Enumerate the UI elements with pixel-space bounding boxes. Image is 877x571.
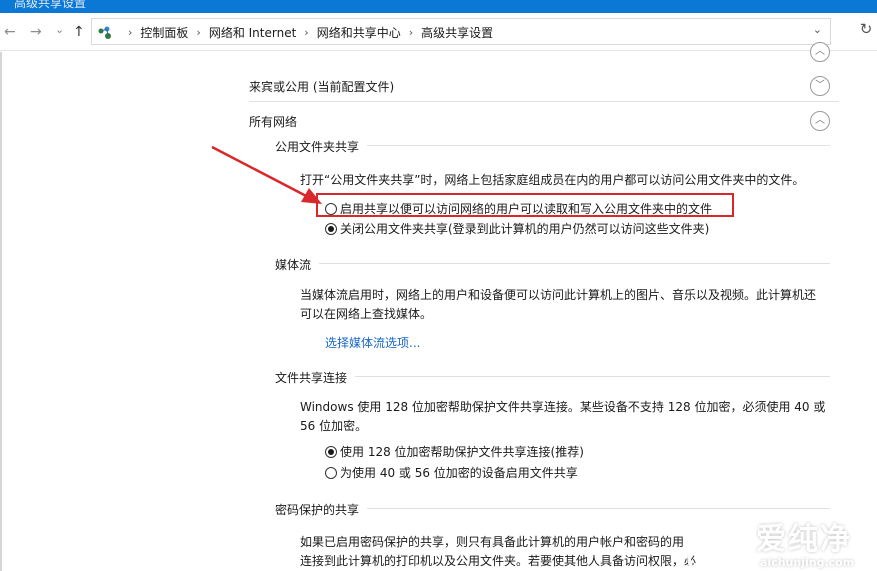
password-sharing-description-line1: 如果已启用密码保护的共享，则只有具备此计算机的用户帐户和密码的用 [300, 535, 685, 549]
encryption-40-56-label[interactable]: 为使用 40 或 56 位加密的设备启用文件共享 [340, 464, 578, 481]
divider [355, 376, 830, 377]
file-sharing-description: Windows 使用 128 位加密帮助保护文件共享连接。某些设备不支持 128… [300, 400, 826, 433]
forward-arrow-icon[interactable]: → [30, 24, 42, 40]
breadcrumb-control-panel[interactable]: 控制面板 [140, 24, 188, 41]
profile-guest-public-label[interactable]: 来宾或公用 (当前配置文件) [249, 78, 394, 95]
title-bar: 高级共享设置 [0, 0, 877, 13]
annotation-arrow-icon [211, 145, 322, 204]
address-bar[interactable]: › 控制面板 › 网络和 Internet › 网络和共享中心 › 高级共享设置… [91, 18, 831, 45]
watermark-url: aichunjing.com [760, 556, 855, 569]
public-folder-disable-label[interactable]: 关闭公用文件夹共享(登录到此计算机的用户仍然可以访问这些文件夹) [340, 220, 709, 237]
media-streaming-options-link[interactable]: 选择媒体流选项... [325, 334, 420, 351]
password-sharing-description-line2: 连接到此计算机的打印机以及公用文件夹。若要使其他人具备访问权限，必 [300, 554, 697, 568]
recent-locations-chevron-icon[interactable]: ⌄ [55, 22, 64, 38]
breadcrumb-network-internet[interactable]: 网络和 Internet [209, 24, 296, 41]
breadcrumb-separator: › [196, 26, 201, 39]
public-folder-description: 打开“公用文件夹共享”时，网络上包括家庭组成员在内的用户都可以访问公用文件夹中的… [300, 173, 805, 187]
breadcrumb: › 控制面板 › 网络和 Internet › 网络和共享中心 › 高级共享设置 [98, 24, 493, 41]
window-title: 高级共享设置 [14, 0, 87, 10]
divider [249, 101, 839, 102]
profile-all-networks-label[interactable]: 所有网络 [249, 113, 297, 130]
file-sharing-heading: 文件共享连接 [275, 371, 348, 385]
navigation-bar: ← → ⌄ ↑ › 控制面板 › 网络和 Internet › 网络和共享中心 … [0, 13, 877, 51]
expand-chevron-icon[interactable]: ﹀ [810, 76, 830, 96]
media-description: 当媒体流启用时，网络上的用户和设备便可以访问此计算机上的图片、音乐以及视频。此计… [300, 288, 817, 321]
encryption-128-label[interactable]: 使用 128 位加密帮助保护文件共享连接(推荐) [340, 443, 584, 460]
up-arrow-icon[interactable]: ↑ [73, 24, 85, 40]
back-arrow-icon[interactable]: ← [4, 24, 16, 40]
refresh-icon[interactable]: ↻ [855, 20, 877, 44]
watermark-title: 爱纯净 [756, 522, 852, 557]
divider [319, 263, 830, 264]
highlight-box [316, 193, 734, 217]
divider [367, 145, 830, 146]
collapse-chevron-icon[interactable]: ︿ [810, 42, 830, 62]
collapse-chevron-icon[interactable]: ︿ [810, 111, 830, 131]
watermark: 爱纯净 aichunjing.com [688, 462, 873, 571]
address-dropdown-icon[interactable]: ⌄ [813, 23, 822, 36]
breadcrumb-network-sharing-center[interactable]: 网络和共享中心 [317, 24, 401, 41]
breadcrumb-separator: › [408, 26, 414, 39]
public-folder-disable-radio[interactable] [325, 223, 337, 235]
breadcrumb-separator: › [304, 26, 309, 39]
encryption-40-56-radio[interactable] [325, 467, 337, 479]
media-heading: 媒体流 [275, 258, 312, 272]
watermark-logo-icon [688, 514, 746, 568]
breadcrumb-separator: › [128, 26, 133, 39]
password-sharing-heading: 密码保护的共享 [275, 503, 360, 517]
network-icon [98, 26, 111, 39]
encryption-128-radio[interactable] [325, 446, 337, 458]
breadcrumb-advanced-sharing[interactable]: 高级共享设置 [421, 24, 493, 41]
